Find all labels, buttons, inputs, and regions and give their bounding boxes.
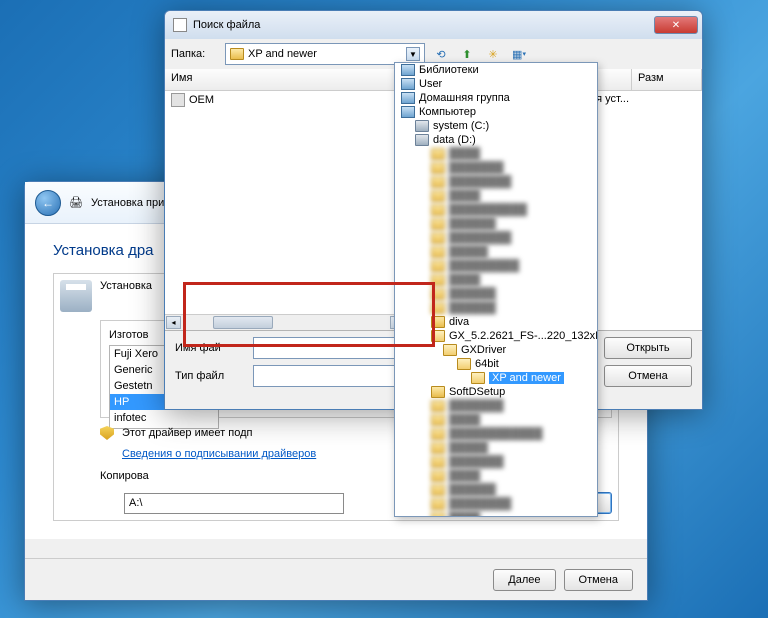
tree-item[interactable]: User xyxy=(419,78,442,90)
tree-item[interactable]: data (D:) xyxy=(433,134,476,146)
tree-item[interactable]: system (C:) xyxy=(433,120,489,132)
next-button[interactable]: Далее xyxy=(493,569,555,591)
install-panel-title: Установка xyxy=(100,280,152,292)
signature-link[interactable]: Сведения о подписывании драйверов xyxy=(122,448,316,460)
filename-label: Имя фай xyxy=(175,342,243,354)
folder-icon xyxy=(471,372,485,384)
col-name[interactable]: Имя xyxy=(165,69,406,90)
user-icon xyxy=(401,78,415,90)
drive-icon xyxy=(415,120,429,132)
tree-item[interactable]: Домашняя группа xyxy=(419,92,510,104)
scroll-thumb[interactable] xyxy=(213,316,273,329)
tree-item[interactable]: GX_5.2.2621_FS-...220_132xMFP xyxy=(449,330,598,342)
dialog-cancel-button[interactable]: Отмена xyxy=(604,365,692,387)
folder-icon xyxy=(431,316,445,328)
folder-icon xyxy=(457,358,471,370)
horizontal-scrollbar[interactable]: ◂ ▸ xyxy=(165,314,406,330)
tree-item[interactable]: SoftDSetup xyxy=(449,386,505,398)
filetype-label: Тип файл xyxy=(175,370,243,382)
file-name: OEM xyxy=(189,94,214,106)
folder-icon xyxy=(443,344,457,356)
page-icon xyxy=(173,18,187,32)
back-button[interactable]: ← xyxy=(35,190,61,216)
up-one-level-icon[interactable]: ⬆ xyxy=(457,44,477,64)
file-row[interactable]: OEM xyxy=(165,91,406,109)
places-bar[interactable]: Имя OEM ◂ ▸ xyxy=(165,69,407,331)
list-item[interactable]: infotec xyxy=(110,410,218,426)
folder-dropdown-tree[interactable]: Библиотеки User Домашняя группа Компьюте… xyxy=(394,62,598,517)
printer-large-icon xyxy=(60,280,92,312)
chevron-down-icon[interactable]: ▼ xyxy=(406,47,420,61)
open-button[interactable]: Открыть xyxy=(604,337,692,359)
drive-icon xyxy=(415,134,429,146)
tree-item[interactable]: 64bit xyxy=(475,358,499,370)
cancel-button[interactable]: Отмена xyxy=(564,569,633,591)
wizard-title: Установка прин xyxy=(91,197,170,209)
folder-icon xyxy=(230,48,244,60)
signature-note: Этот драйвер имеет подп xyxy=(122,427,252,439)
tree-item[interactable]: GXDriver xyxy=(461,344,506,356)
folder-label: Папка: xyxy=(171,48,219,60)
views-icon[interactable]: ▦▾ xyxy=(509,44,529,64)
col-size[interactable]: Разм xyxy=(632,69,702,90)
printer-icon: 🖨 xyxy=(69,196,83,209)
computer-icon xyxy=(401,106,415,118)
copy-path-input[interactable] xyxy=(124,493,344,514)
folder-icon xyxy=(431,386,445,398)
dialog-titlebar[interactable]: Поиск файла ✕ xyxy=(165,11,702,39)
homegroup-icon xyxy=(401,92,415,104)
current-folder: XP and newer xyxy=(248,48,317,60)
tree-item[interactable]: diva xyxy=(449,316,469,328)
libraries-icon xyxy=(401,64,415,76)
wizard-footer: Далее Отмена xyxy=(25,558,647,600)
shield-icon xyxy=(100,426,114,440)
back-icon[interactable]: ⟲ xyxy=(431,44,451,64)
tree-item-selected[interactable]: XP and newer xyxy=(489,372,564,384)
close-button[interactable]: ✕ xyxy=(654,16,698,34)
scroll-left-arrow[interactable]: ◂ xyxy=(166,316,181,329)
copy-label: Копирова xyxy=(100,470,149,482)
dialog-title: Поиск файла xyxy=(193,19,260,31)
new-folder-icon[interactable]: ✳ xyxy=(483,44,503,64)
setup-info-icon xyxy=(171,93,185,107)
folder-icon xyxy=(431,330,445,342)
tree-item[interactable]: Библиотеки xyxy=(419,64,479,76)
tree-item[interactable]: Компьютер xyxy=(419,106,476,118)
